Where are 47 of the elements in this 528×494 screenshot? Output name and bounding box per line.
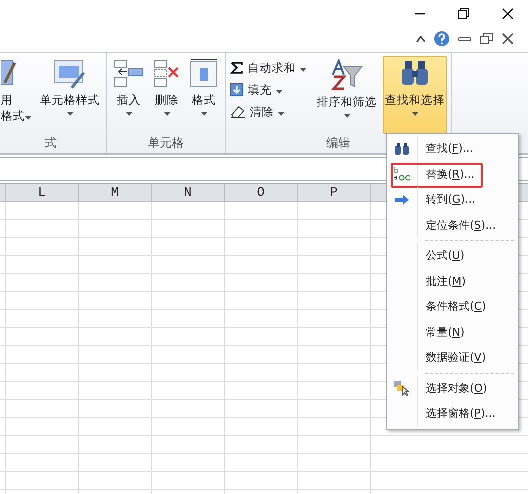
arrow-right-icon <box>394 194 410 206</box>
ribbon-button[interactable]: 删除 <box>151 56 183 134</box>
ribbon-button[interactable]: 格式 <box>187 56 221 134</box>
binoculars-icon <box>394 142 410 156</box>
column-header[interactable]: N <box>152 184 225 201</box>
column-header[interactable]: L <box>6 184 79 201</box>
group-label: 编辑 <box>326 135 350 152</box>
column-header[interactable]: P <box>298 184 371 201</box>
group-label: 单元格 <box>148 135 184 152</box>
group-label: 式 <box>45 135 57 152</box>
ribbon-small-button[interactable]: 填充 <box>230 80 307 100</box>
menu-item[interactable]: 查找(F)... <box>426 141 474 156</box>
menu-item[interactable]: 转到(G)... <box>426 192 476 208</box>
replace-icon <box>393 166 411 182</box>
ribbon-small-button[interactable]: 清除 <box>230 102 307 122</box>
sort-filter-icon <box>331 59 363 91</box>
ribbon-button[interactable]: 单元格样式 <box>38 56 102 134</box>
ribbon-button[interactable]: 查找和选择 <box>383 56 447 134</box>
insert-cells-icon <box>113 59 145 89</box>
restore-icon <box>480 33 494 45</box>
fill-down-icon <box>230 83 244 97</box>
selection-pane-icon <box>393 380 411 396</box>
close-icon <box>502 8 514 20</box>
column-header[interactable]: M <box>79 184 152 201</box>
cell-style-icon <box>54 59 86 89</box>
menu-item[interactable]: 数据验证(V) <box>426 350 486 366</box>
ribbon-small-button[interactable]: 自动求和 <box>230 58 307 78</box>
menu-item[interactable]: 常量(N) <box>426 324 465 340</box>
format-cells-icon <box>189 59 219 89</box>
ribbon-button[interactable]: 排序和筛选 <box>315 56 379 134</box>
menu-item[interactable]: 定位条件(S)... <box>426 218 496 233</box>
column-header[interactable]: O <box>225 184 298 201</box>
menu-item[interactable]: 公式(U) <box>426 248 465 264</box>
menu-item[interactable]: 替换(R)... <box>426 166 475 182</box>
close-icon <box>502 33 514 45</box>
ribbon-button[interactable]: 用 格式 <box>0 56 34 134</box>
help-icon <box>434 31 450 47</box>
menu-item[interactable]: 条件格式(C) <box>426 299 486 314</box>
menu-item[interactable]: 批注(M) <box>426 274 466 289</box>
ribbon-button[interactable]: 插入 <box>111 56 147 134</box>
collapse-ribbon-icon <box>416 35 426 43</box>
sigma-icon <box>230 61 244 75</box>
menu-item[interactable]: 选择窗格(P)... <box>426 406 496 422</box>
restore-icon <box>458 8 470 20</box>
eraser-icon <box>230 105 246 119</box>
menu-item[interactable]: 选择对象(O) <box>426 380 488 396</box>
delete-cells-icon <box>153 59 181 89</box>
